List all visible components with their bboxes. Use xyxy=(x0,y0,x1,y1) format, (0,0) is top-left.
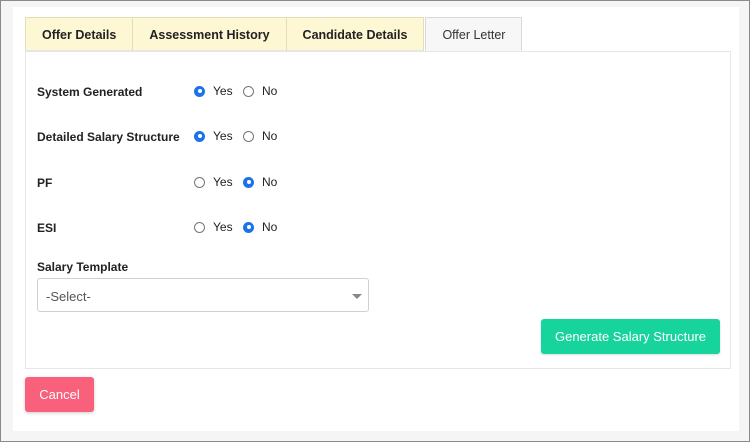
esi-label: ESI xyxy=(37,221,57,235)
salary-template-select[interactable]: -Select- xyxy=(37,278,369,312)
detailed-salary-structure-no-label: No xyxy=(262,129,278,143)
detailed-salary-structure-label: Detailed Salary Structure xyxy=(37,130,180,144)
system-generated-no-radio[interactable] xyxy=(243,85,254,97)
esi-no-option[interactable]: No xyxy=(243,220,277,234)
system-generated-label: System Generated xyxy=(37,85,143,99)
detailed-salary-structure-no-option[interactable]: No xyxy=(243,129,277,143)
tab-candidate-details[interactable]: Candidate Details xyxy=(285,17,425,51)
tab-offer-letter[interactable]: Offer Letter xyxy=(425,17,523,51)
salary-template-value: -Select- xyxy=(46,289,91,304)
caret-down-icon xyxy=(352,294,362,299)
detailed-salary-structure-yes-option[interactable]: Yes xyxy=(194,129,233,143)
offer-card: Offer Details Assessment History Candida… xyxy=(13,7,739,431)
detailed-salary-structure-yes-radio[interactable] xyxy=(194,130,205,142)
esi-yes-radio[interactable] xyxy=(194,221,205,233)
system-generated-row: System Generated Yes No xyxy=(26,82,730,102)
detailed-salary-structure-yes-label: Yes xyxy=(213,129,233,143)
pf-yes-label: Yes xyxy=(213,175,233,189)
pf-no-label: No xyxy=(262,175,278,189)
esi-no-radio[interactable] xyxy=(243,221,254,233)
pf-label: PF xyxy=(37,176,53,190)
pf-row: PF Yes No xyxy=(26,173,730,193)
pf-yes-radio[interactable] xyxy=(194,176,205,188)
tab-bar: Offer Details Assessment History Candida… xyxy=(25,17,523,51)
pf-no-option[interactable]: No xyxy=(243,175,277,189)
esi-row: ESI Yes No xyxy=(26,218,730,238)
offer-letter-panel: System Generated Yes No Detailed Salary … xyxy=(25,51,731,369)
tab-offer-details[interactable]: Offer Details xyxy=(25,17,134,51)
generate-salary-structure-button[interactable]: Generate Salary Structure xyxy=(541,319,720,354)
system-generated-yes-option[interactable]: Yes xyxy=(194,84,233,98)
system-generated-yes-radio[interactable] xyxy=(194,85,205,97)
esi-no-label: No xyxy=(262,220,278,234)
esi-yes-label: Yes xyxy=(213,220,233,234)
window-frame: Offer Details Assessment History Candida… xyxy=(0,0,750,442)
system-generated-no-option[interactable]: No xyxy=(243,84,277,98)
system-generated-no-label: No xyxy=(262,84,278,98)
salary-template-label: Salary Template xyxy=(37,260,129,274)
pf-yes-option[interactable]: Yes xyxy=(194,175,233,189)
esi-yes-option[interactable]: Yes xyxy=(194,220,233,234)
detailed-salary-structure-row: Detailed Salary Structure Yes No xyxy=(26,127,730,147)
system-generated-yes-label: Yes xyxy=(213,84,233,98)
pf-no-radio[interactable] xyxy=(243,176,254,188)
detailed-salary-structure-no-radio[interactable] xyxy=(243,130,254,142)
cancel-button[interactable]: Cancel xyxy=(25,377,94,412)
tab-assessment-history[interactable]: Assessment History xyxy=(132,17,287,51)
